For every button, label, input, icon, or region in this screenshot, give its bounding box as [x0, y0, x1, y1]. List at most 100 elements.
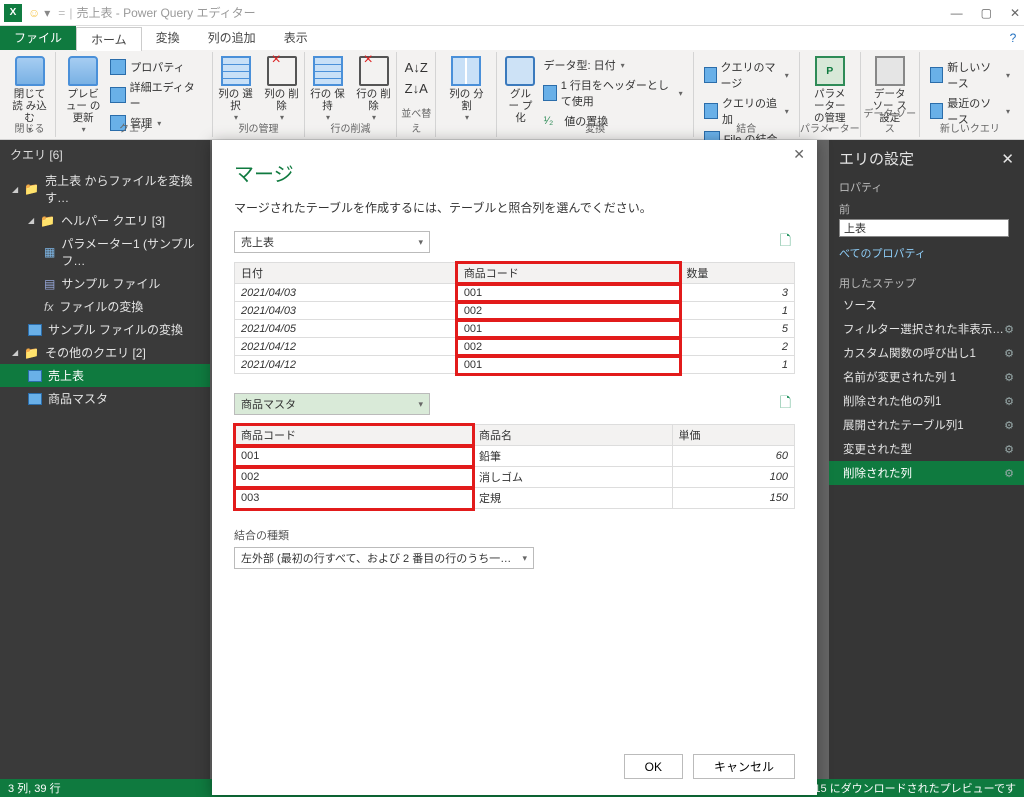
group-rows: 行の削減 [305, 120, 396, 135]
properties-button[interactable]: プロパティ [106, 58, 206, 76]
recent-icon [930, 103, 943, 119]
append-icon [704, 103, 718, 119]
gear-icon[interactable]: ⚙ [1004, 443, 1014, 456]
fx-icon: fx [44, 300, 53, 314]
tree-folder-helper[interactable]: ◢📁ヘルパー クエリ [3] [0, 209, 210, 232]
dropdown-icon[interactable]: ▾ [44, 6, 50, 20]
ribbon-tabs: ファイル ホーム 変換 列の追加 表示 ? [0, 26, 1024, 50]
keep-rows-button[interactable]: 行の 保持▾ [306, 54, 350, 126]
group-columns: 列の管理 [213, 120, 304, 135]
param-icon: ▦ [44, 245, 55, 259]
tree-item-fileconv[interactable]: fxファイルの変換 [0, 295, 210, 318]
secondary-preview-table[interactable]: 商品コード商品名単価001鉛筆60002消しゴム100003定規150 [234, 424, 795, 509]
settings-title: エリの設定 [839, 148, 914, 169]
first-row-header-button[interactable]: 1 行目をヘッダーとして使用▾ [539, 76, 686, 110]
tree-item-sales[interactable]: 売上表 [0, 364, 210, 387]
applied-step[interactable]: 名前が変更された列 1⚙ [829, 365, 1024, 389]
advanced-editor-button[interactable]: 詳細エディター [106, 78, 206, 112]
merge-queries-button[interactable]: クエリのマージ▾ [700, 58, 793, 92]
close-load-icon [15, 56, 45, 86]
tree-item-sampletrans[interactable]: サンプル ファイルの変換 [0, 318, 210, 341]
applied-step[interactable]: 削除された列⚙ [829, 461, 1024, 485]
sort-asc-button[interactable]: A↓Z [405, 60, 428, 75]
all-properties-link[interactable]: べてのプロパティ [829, 243, 1024, 269]
file-icon: ▤ [44, 277, 55, 291]
queries-panel: クエリ [6] ◢📁売上表 からファイルを変換す… ◢📁ヘルパー クエリ [3]… [0, 140, 210, 779]
table-icon [28, 393, 42, 405]
tree-item-param1[interactable]: ▦パラメーター1 (サンプル フ… [0, 232, 210, 272]
remove-columns-button[interactable]: 列の 削除▾ [260, 54, 304, 126]
applied-step[interactable]: 変更された型⚙ [829, 437, 1024, 461]
tab-home[interactable]: ホーム [76, 27, 142, 51]
gear-icon[interactable]: ⚙ [1004, 395, 1014, 408]
gear-icon[interactable]: ⚙ [1004, 323, 1014, 336]
secondary-table-dropdown[interactable]: 商品マスタ▾ [234, 393, 430, 415]
tab-transform[interactable]: 変換 [142, 26, 194, 50]
new-source-button[interactable]: 新しいソース▾ [926, 58, 1014, 92]
applied-step[interactable]: ソース [829, 293, 1024, 317]
applied-step[interactable]: 削除された他の列1⚙ [829, 389, 1024, 413]
queries-header: クエリ [6] [0, 140, 210, 169]
primary-table-dropdown[interactable]: 売上表▾ [234, 231, 430, 253]
tree-folder-other[interactable]: ◢📁その他のクエリ [2] [0, 341, 210, 364]
data-type-button[interactable]: データ型: 日付▾ [539, 56, 686, 74]
properties-label: ロパティ [829, 175, 1024, 197]
merge-dialog: ✕ マージ マージされたテーブルを作成するには、テーブルと照合列を選んでください… [212, 140, 817, 795]
sheet-icon: 🗋 [780, 230, 791, 254]
remove-rows-button[interactable]: 行の 削除▾ [352, 54, 396, 126]
datasource-icon [875, 56, 905, 86]
split-column-button[interactable]: 列の 分割▾ [444, 54, 488, 126]
ok-button[interactable]: OK [624, 754, 683, 779]
dialog-close-button[interactable]: ✕ [793, 146, 805, 163]
tree-folder-transform[interactable]: ◢📁売上表 からファイルを変換す… [0, 169, 210, 209]
join-kind-dropdown[interactable]: 左外部 (最初の行すべて、および 2 番目の行のうち一…▾ [234, 547, 534, 569]
new-source-icon [930, 67, 943, 83]
split-icon [451, 56, 481, 86]
ribbon: 閉じて読 み込む▾ 閉じる プレビュー の更新▾ プロパティ 詳細エディター 管… [0, 50, 1024, 140]
sheet-icon: 🗋 [780, 392, 791, 416]
cancel-button[interactable]: キャンセル [693, 754, 795, 779]
group-by-button[interactable]: グルー プ化 [503, 54, 537, 130]
group-newquery: 新しいクエリ [920, 120, 1020, 135]
minimize-button[interactable]: — [951, 6, 963, 20]
gear-icon[interactable]: ⚙ [1004, 419, 1014, 432]
gear-icon[interactable]: ⚙ [1004, 347, 1014, 360]
group-parameters: パラメーター [800, 120, 860, 135]
title-bar: X ☺ ▾ = | 売上表 - Power Query エディター — ▢ ✕ [0, 0, 1024, 26]
workspace: クエリ [6] ◢📁売上表 からファイルを変換す… ◢📁ヘルパー クエリ [3]… [0, 140, 1024, 779]
group-sort: 並べ替え [397, 105, 435, 135]
steps-label: 用したステップ [829, 269, 1024, 293]
close-settings-button[interactable]: ✕ [1001, 150, 1014, 168]
tree-item-samplefile[interactable]: ▤サンプル ファイル [0, 272, 210, 295]
sort-desc-button[interactable]: Z↓A [405, 81, 428, 96]
primary-preview-table[interactable]: 日付商品コード数量2021/04/0300132021/04/030021202… [234, 262, 795, 374]
applied-step[interactable]: 展開されたテーブル列1⚙ [829, 413, 1024, 437]
gear-icon[interactable]: ⚙ [1004, 371, 1014, 384]
choose-columns-button[interactable]: 列の 選択▾ [214, 54, 258, 126]
tree-item-master[interactable]: 商品マスタ [0, 387, 210, 410]
applied-step[interactable]: フィルター選択された非表示…⚙ [829, 317, 1024, 341]
separator: = [58, 6, 65, 20]
properties-icon [110, 59, 126, 75]
tab-file[interactable]: ファイル [0, 26, 76, 50]
close-window-button[interactable]: ✕ [1010, 6, 1020, 20]
applied-step[interactable]: カスタム関数の呼び出し1⚙ [829, 341, 1024, 365]
merge-icon [704, 67, 717, 83]
smiley-icon: ☺ [28, 6, 40, 20]
query-name-input[interactable] [839, 219, 1009, 237]
group-datasource: データ ソース [861, 105, 919, 135]
status-left: 3 列, 39 行 [8, 780, 61, 796]
window-title: 売上表 - Power Query エディター [76, 4, 255, 21]
folder-icon: 📁 [24, 346, 39, 360]
gear-icon[interactable]: ⚙ [1004, 467, 1014, 480]
separator: | [69, 6, 72, 20]
help-icon[interactable]: ? [1002, 26, 1024, 50]
tab-view[interactable]: 表示 [270, 26, 322, 50]
remove-columns-icon [267, 56, 297, 86]
maximize-button[interactable]: ▢ [981, 6, 992, 20]
group-icon [505, 56, 535, 86]
folder-icon: 📁 [40, 214, 55, 228]
tab-addcolumn[interactable]: 列の追加 [194, 26, 270, 50]
header-icon [543, 85, 556, 101]
status-right: 13:15 にダウンロードされたプレビューです [799, 780, 1016, 796]
